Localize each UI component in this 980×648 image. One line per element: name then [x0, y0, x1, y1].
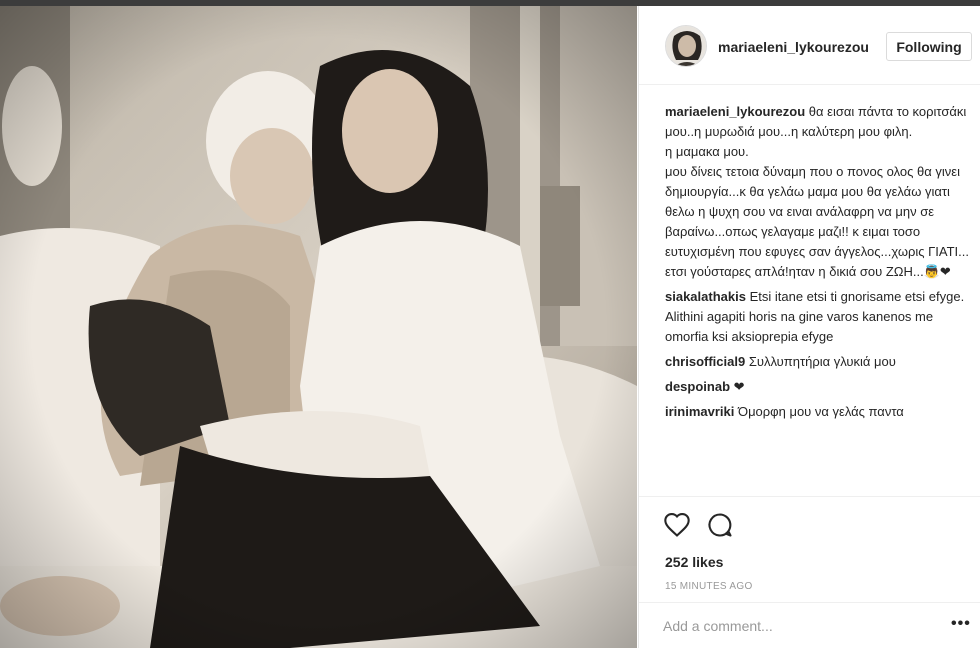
comment-text: Συλλυπητήρια γλυκιά μου: [748, 354, 896, 369]
comment-username[interactable]: irinimavriki: [665, 404, 734, 419]
add-comment-bar: •••: [639, 602, 980, 648]
post-timestamp: 15 MINUTES AGO: [665, 581, 753, 592]
heart-icon[interactable]: [663, 511, 691, 539]
comment-item: siakalathakis Etsi itane etsi ti gnorisa…: [665, 287, 971, 347]
comment-item: mariaeleni_lykourezou θα εισαι πάντα το …: [665, 102, 971, 282]
profile-avatar[interactable]: [665, 25, 707, 67]
comment-item: chrisofficial9 Συλλυπητήρια γλυκιά μου: [665, 352, 971, 372]
post-author-username[interactable]: mariaeleni_lykourezou: [718, 39, 869, 55]
comment-text: ❤: [733, 379, 745, 394]
comment-item: despoinab ❤: [665, 377, 971, 397]
following-button[interactable]: Following: [886, 32, 972, 61]
comments-list[interactable]: mariaeleni_lykourezou θα εισαι πάντα το …: [665, 102, 971, 490]
comment-icon[interactable]: [706, 511, 734, 539]
comment-username[interactable]: siakalathakis: [665, 289, 746, 304]
comment-item: irinimavriki Όμορφη μου να γελάς παντα: [665, 402, 971, 422]
more-options-icon[interactable]: •••: [951, 615, 971, 633]
comment-username[interactable]: mariaeleni_lykourezou: [665, 104, 805, 119]
comment-text: Όμορφη μου να γελάς παντα: [738, 404, 904, 419]
avatar-image: [666, 26, 706, 66]
comment-username[interactable]: chrisofficial9: [665, 354, 745, 369]
post-actions: 252 likes 15 MINUTES AGO: [639, 496, 980, 618]
likes-count[interactable]: 252 likes: [665, 554, 723, 570]
comment-text: θα εισαι πάντα το κοριτσάκι μου..η μυρωδ…: [665, 104, 970, 279]
comment-username[interactable]: despoinab: [665, 379, 730, 394]
post-header: mariaeleni_lykourezou Following: [639, 6, 980, 85]
comment-input[interactable]: [663, 615, 923, 637]
post-photo[interactable]: [0, 6, 637, 648]
post-side-panel: mariaeleni_lykourezou Following mariaele…: [638, 6, 980, 648]
photo-image: [0, 6, 637, 648]
